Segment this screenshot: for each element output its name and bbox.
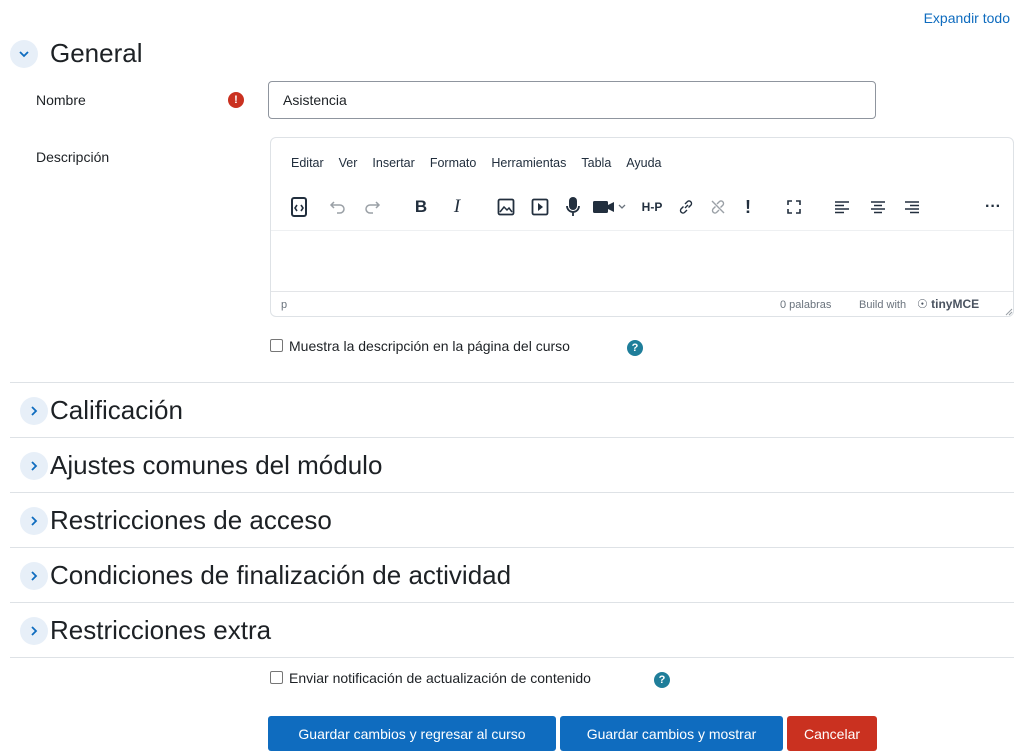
section-divider [10, 547, 1014, 548]
menu-herramientas[interactable]: Herramientas [491, 156, 566, 170]
calificacion-expand-toggle[interactable] [20, 397, 48, 425]
restricciones-acceso-expand-toggle[interactable] [20, 507, 48, 535]
save-display-button[interactable]: Guardar cambios y mostrar [560, 716, 783, 751]
notify-label: Enviar notificación de actualización de … [289, 670, 591, 686]
section-divider [10, 382, 1014, 383]
ajustes-comunes-expand-toggle[interactable] [20, 452, 48, 480]
align-left-icon[interactable] [829, 194, 855, 220]
name-label: Nombre [36, 92, 86, 108]
menu-ver[interactable]: Ver [339, 156, 358, 170]
italic-icon[interactable]: I [445, 194, 469, 220]
chevron-right-icon [31, 571, 38, 581]
notify-checkbox[interactable] [270, 671, 283, 684]
section-divider [10, 437, 1014, 438]
menu-tabla[interactable]: Tabla [581, 156, 611, 170]
cancel-button[interactable]: Cancelar [787, 716, 877, 751]
tinymce-logo[interactable]: ☉ tinyMCE [917, 297, 979, 311]
section-title-general: General [50, 38, 143, 68]
description-label: Descripción [36, 149, 110, 165]
section-title-restricciones-acceso[interactable]: Restricciones de acceso [50, 505, 332, 536]
source-code-icon[interactable] [285, 194, 313, 220]
editor-menubar: Editar Ver Insertar Formato Herramientas… [291, 156, 662, 170]
align-right-icon[interactable] [899, 194, 925, 220]
unlink-icon[interactable] [705, 194, 731, 220]
chevron-right-icon [31, 461, 38, 471]
editor-toolbar: B I H‑P ! ··· [285, 190, 1011, 224]
general-collapse-toggle[interactable] [10, 40, 38, 68]
section-title-restricciones-extra[interactable]: Restricciones extra [50, 615, 271, 646]
fullscreen-icon[interactable] [781, 194, 807, 220]
build-with-text: Build with [859, 299, 907, 311]
toolbar-divider [271, 230, 1013, 231]
help-icon[interactable]: ? [627, 340, 643, 356]
align-center-icon[interactable] [865, 194, 891, 220]
editor-statusbar: p 0 palabras Build with ☉ tinyMCE [271, 291, 1013, 316]
tinymce-icon: ☉ [917, 297, 928, 311]
section-title-calificacion[interactable]: Calificación [50, 395, 183, 426]
section-title-ajustes-comunes[interactable]: Ajustes comunes del módulo [50, 450, 382, 481]
section-divider [10, 602, 1014, 603]
resize-handle-icon[interactable] [1005, 308, 1013, 316]
section-title-condiciones-finalizacion[interactable]: Condiciones de finalización de actividad [50, 560, 511, 591]
menu-formato[interactable]: Formato [430, 156, 477, 170]
editor-content-area[interactable] [271, 234, 1013, 290]
section-divider [10, 657, 1014, 658]
element-path[interactable]: p [281, 299, 287, 311]
image-icon[interactable] [493, 194, 519, 220]
section-divider [10, 492, 1014, 493]
menu-insertar[interactable]: Insertar [372, 156, 414, 170]
expand-all-link[interactable]: Expandir todo [924, 10, 1010, 26]
restricciones-extra-expand-toggle[interactable] [20, 617, 48, 645]
required-icon: ! [228, 92, 244, 108]
more-icon[interactable]: ··· [979, 194, 1007, 220]
chevron-right-icon [31, 626, 38, 636]
bold-icon[interactable]: B [409, 194, 433, 220]
help-icon[interactable]: ? [654, 672, 670, 688]
menu-ayuda[interactable]: Ayuda [626, 156, 661, 170]
word-count: 0 palabras [780, 299, 832, 311]
show-description-checkbox[interactable] [270, 339, 283, 352]
chevron-right-icon [31, 516, 38, 526]
chevron-down-icon [19, 51, 29, 58]
undo-icon[interactable] [325, 194, 351, 220]
redo-icon[interactable] [359, 194, 385, 220]
exclamation-icon[interactable]: ! [737, 194, 759, 220]
save-return-button[interactable]: Guardar cambios y regresar al curso [268, 716, 556, 751]
name-input[interactable] [268, 81, 876, 119]
media-icon[interactable] [527, 194, 553, 220]
menu-editar[interactable]: Editar [291, 156, 324, 170]
chevron-right-icon [31, 406, 38, 416]
show-description-label: Muestra la descripción en la página del … [289, 338, 570, 354]
rich-text-editor: Editar Ver Insertar Formato Herramientas… [270, 137, 1014, 317]
tinymce-brand: tinyMCE [931, 297, 980, 311]
record-audio-icon[interactable] [561, 194, 585, 220]
h5p-icon[interactable]: H‑P [637, 194, 667, 220]
condiciones-finalizacion-expand-toggle[interactable] [20, 562, 48, 590]
record-video-icon[interactable] [591, 194, 631, 220]
link-icon[interactable] [673, 194, 699, 220]
